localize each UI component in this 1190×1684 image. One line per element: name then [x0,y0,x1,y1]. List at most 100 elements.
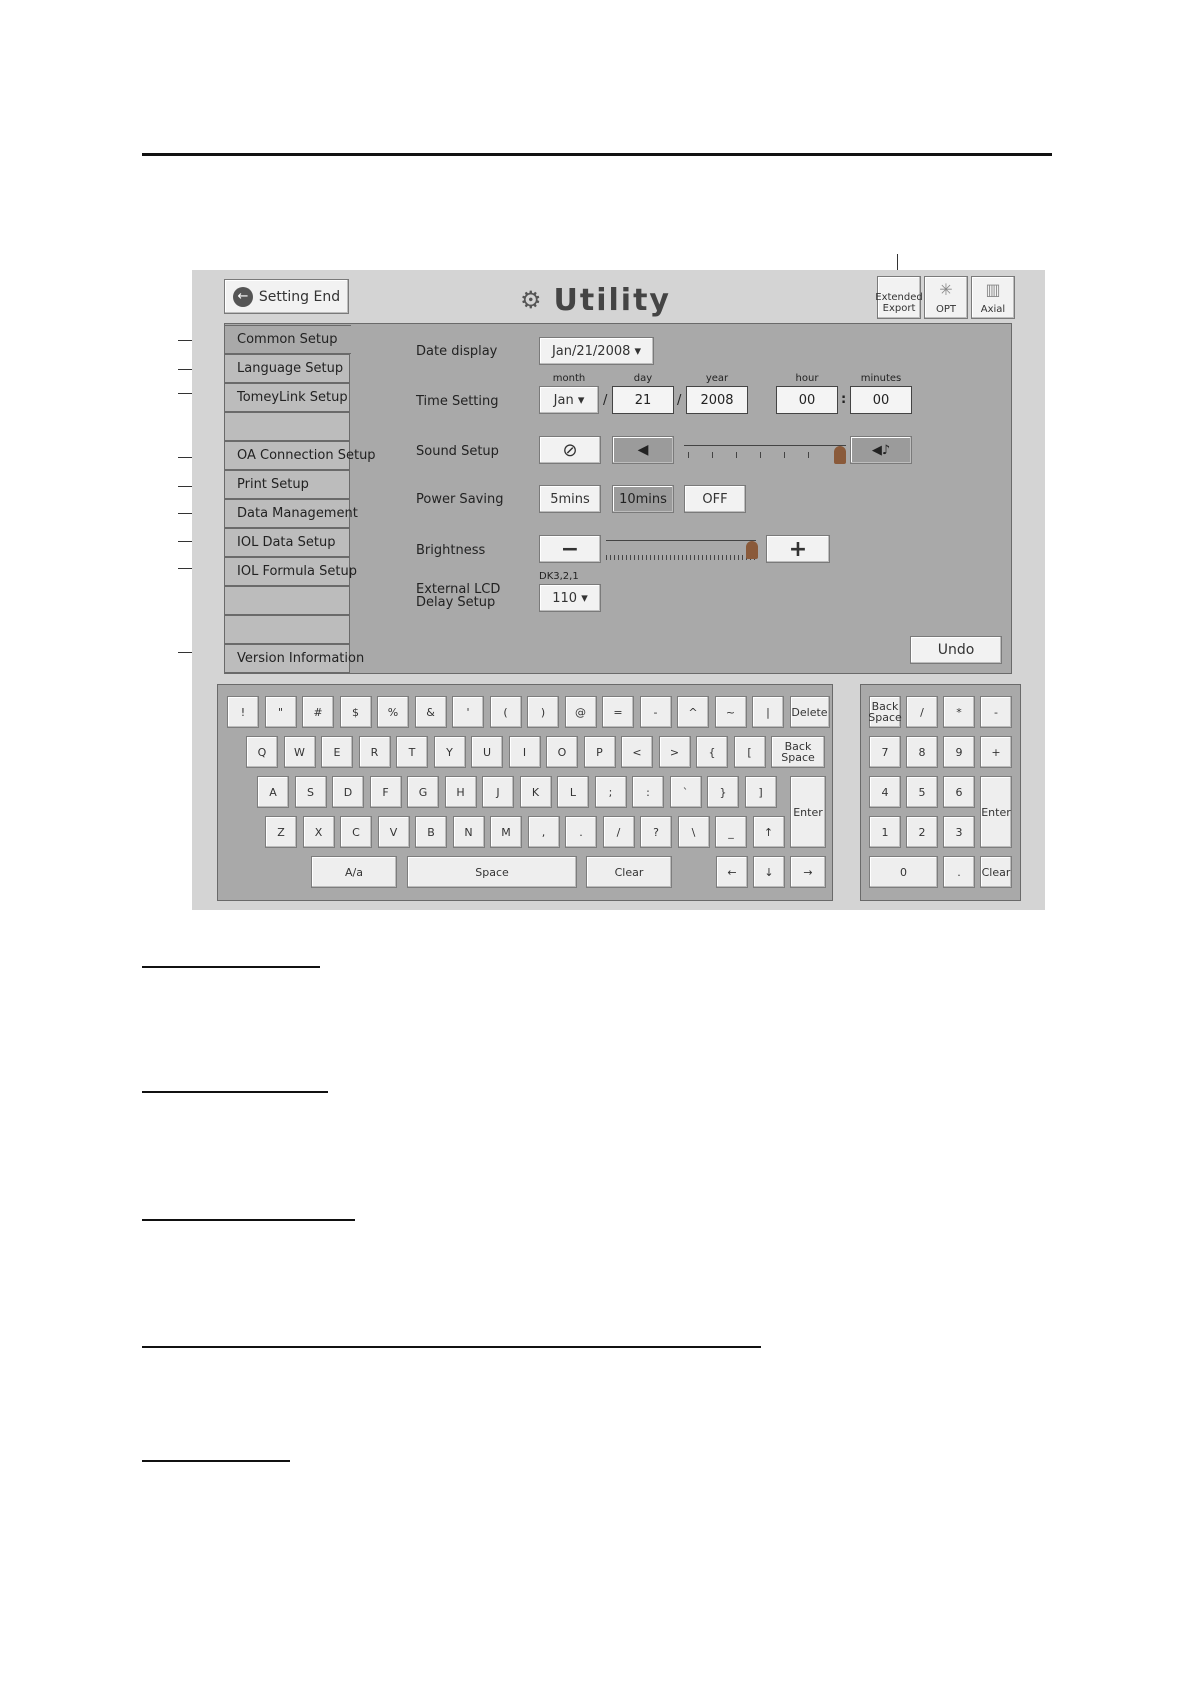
keyboard-key[interactable]: F [369,776,402,808]
external-lcd-select[interactable]: 110 ▾ [539,584,601,612]
keyboard-key[interactable]: ' [452,696,484,728]
keyboard-key[interactable]: : [632,776,664,808]
keyboard-key[interactable]: ) [527,696,559,728]
keyboard-key[interactable]: N [452,816,485,848]
keyboard-key[interactable]: / [602,816,635,848]
keyboard-key[interactable]: ` [669,776,702,808]
numpad-key[interactable]: - [980,696,1012,728]
numpad-enter-key[interactable]: Enter [980,776,1012,848]
setting-end-button[interactable]: ← Setting End [224,279,349,314]
keyboard-key[interactable]: Delete [789,696,830,728]
keyboard-key[interactable]: = [602,696,634,728]
keyboard-key[interactable]: _ [715,816,747,848]
keyboard-key[interactable]: Z [265,816,297,848]
numpad-key[interactable]: 1 [869,816,901,848]
numpad-key[interactable]: Back Space [868,696,902,728]
keyboard-key[interactable]: ! [227,696,259,728]
keyboard-key[interactable]: W [283,736,316,768]
tab-oa-connection-setup[interactable]: OA Connection Setup [224,441,376,470]
year-input[interactable]: 2008 [686,386,748,414]
undo-button[interactable]: Undo [910,636,1002,664]
space-key[interactable]: Space [407,856,577,888]
keyboard-key[interactable]: M [490,816,522,848]
keyboard-key[interactable]: . [565,816,597,848]
keyboard-key[interactable]: H [444,776,477,808]
numpad-key[interactable]: 7 [869,736,901,768]
keyboard-key[interactable]: L [557,776,589,808]
minutes-input[interactable]: 00 [850,386,912,414]
extended-export-button[interactable]: Extended Export [875,276,923,319]
keyboard-key[interactable]: ~ [714,696,747,728]
day-input[interactable]: 21 [612,386,674,414]
keyboard-key[interactable]: D [332,776,364,808]
keyboard-key[interactable]: O [546,736,578,768]
keyboard-key[interactable]: > [658,736,691,768]
mute-button[interactable]: ⊘ [539,436,601,464]
numpad-key[interactable]: 3 [943,816,975,848]
hour-input[interactable]: 00 [776,386,838,414]
numpad-key[interactable]: + [980,736,1012,768]
keyboard-key[interactable]: J [482,776,514,808]
tab-data-management[interactable]: Data Management [224,499,358,528]
tab-iol-data-setup[interactable]: IOL Data Setup [224,528,350,557]
keyboard-key[interactable]: A/a [311,856,397,888]
tab-version-information[interactable]: Version Information [224,644,364,673]
keyboard-key[interactable]: ^ [677,696,709,728]
keyboard-key[interactable]: K [519,776,552,808]
tab-empty-3[interactable] [224,615,350,644]
tab-language-setup[interactable]: Language Setup [224,354,350,383]
keyboard-key[interactable]: ] [744,776,777,808]
axial-button[interactable]: ▥ Axial [971,276,1015,319]
tab-common-setup[interactable]: Common Setup [224,325,351,354]
keyboard-key[interactable]: E [321,736,353,768]
enter-key[interactable]: Enter [790,776,826,848]
keyboard-key[interactable]: & [414,696,447,728]
backspace-key[interactable]: Back Space [771,736,825,768]
keyboard-key[interactable]: I [508,736,541,768]
keyboard-key[interactable]: < [621,736,653,768]
keyboard-key[interactable]: \ [677,816,710,848]
keyboard-key[interactable]: ? [640,816,672,848]
keyboard-key[interactable]: Clear [586,856,672,888]
keyboard-key[interactable]: G [407,776,439,808]
tab-tomeylink-setup[interactable]: TomeyLink Setup [224,383,350,412]
volume-up-button[interactable]: ◀♪ [850,436,912,464]
tab-iol-formula-setup[interactable]: IOL Formula Setup [224,557,357,586]
numpad-clear-key[interactable]: Clear [980,856,1012,888]
month-select[interactable]: Jan ▾ [539,386,599,414]
keyboard-key[interactable]: A [257,776,289,808]
numpad-key[interactable]: / [906,696,938,728]
keyboard-key[interactable]: Y [433,736,466,768]
power-saving-off[interactable]: OFF [684,485,746,513]
numpad-key[interactable]: 6 [943,776,975,808]
keyboard-key[interactable]: - [639,696,672,728]
volume-slider-knob[interactable] [834,446,846,464]
keyboard-key[interactable]: , [527,816,560,848]
keyboard-key[interactable]: U [471,736,503,768]
numpad-key[interactable]: * [943,696,975,728]
tab-print-setup[interactable]: Print Setup [224,470,350,499]
keyboard-key[interactable]: X [302,816,335,848]
numpad-key[interactable]: 5 [906,776,938,808]
numpad-key[interactable]: 2 [906,816,938,848]
keyboard-key[interactable]: @ [564,696,597,728]
brightness-plus-button[interactable]: + [766,535,830,563]
tab-empty-1[interactable] [224,412,350,441]
keyboard-key[interactable]: | [752,696,784,728]
keyboard-key[interactable]: B [415,816,447,848]
numpad-key[interactable]: . [943,856,975,888]
date-display-select[interactable]: Jan/21/2008 ▾ [539,337,654,365]
keyboard-key[interactable]: { [696,736,728,768]
keyboard-key[interactable]: [ [733,736,766,768]
keyboard-key[interactable]: C [340,816,372,848]
brightness-slider-knob[interactable] [746,541,758,559]
keyboard-key[interactable]: % [377,696,409,728]
keyboard-key[interactable]: Q [246,736,278,768]
keyboard-key[interactable]: $ [339,696,372,728]
numpad-key[interactable]: 9 [943,736,975,768]
keyboard-key[interactable]: ; [594,776,627,808]
brightness-minus-button[interactable]: − [539,535,601,563]
keyboard-key[interactable]: T [396,736,428,768]
numpad-key[interactable]: 8 [906,736,938,768]
keyboard-key[interactable]: # [302,696,334,728]
